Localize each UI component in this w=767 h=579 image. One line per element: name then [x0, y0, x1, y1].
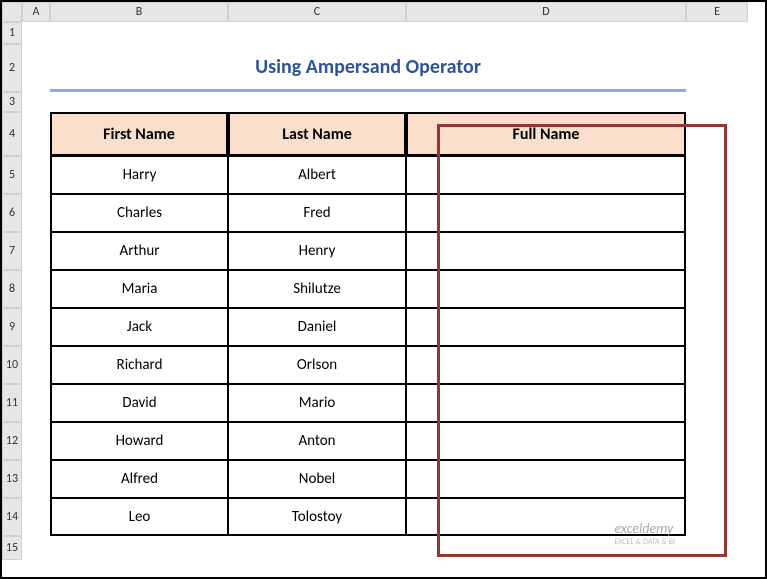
- col-header-d[interactable]: D: [406, 2, 686, 22]
- row-header-7[interactable]: 7: [2, 232, 22, 270]
- watermark: exceldemy EXCEL & DATA & BI: [615, 520, 676, 547]
- row-header-4[interactable]: 4: [2, 112, 22, 156]
- col-header-e[interactable]: E: [686, 2, 748, 22]
- row-header-3[interactable]: 3: [2, 92, 22, 112]
- cell-full-name[interactable]: [406, 308, 686, 346]
- cell-last-name[interactable]: Albert: [228, 156, 406, 194]
- row-header-9[interactable]: 9: [2, 308, 22, 346]
- cell-first-name[interactable]: Harry: [50, 156, 228, 194]
- col-header-c[interactable]: C: [228, 2, 406, 22]
- cell-first-name[interactable]: Jack: [50, 308, 228, 346]
- cell-first-name[interactable]: David: [50, 384, 228, 422]
- row-header-10[interactable]: 10: [2, 346, 22, 384]
- row-header-2[interactable]: 2: [2, 44, 22, 92]
- cell-last-name[interactable]: Shilutze: [228, 270, 406, 308]
- table-header-full-name[interactable]: Full Name: [406, 112, 686, 156]
- cell-full-name[interactable]: [406, 346, 686, 384]
- table-header-last-name[interactable]: Last Name: [228, 112, 406, 156]
- row-header-8[interactable]: 8: [2, 270, 22, 308]
- cell-last-name[interactable]: Fred: [228, 194, 406, 232]
- cell-full-name[interactable]: [406, 384, 686, 422]
- cell-last-name[interactable]: Tolostoy: [228, 498, 406, 536]
- row-header-11[interactable]: 11: [2, 384, 22, 422]
- row-header-14[interactable]: 14: [2, 498, 22, 536]
- cell-first-name[interactable]: Alfred: [50, 460, 228, 498]
- page-title: Using Ampersand Operator: [50, 44, 686, 92]
- row-header-13[interactable]: 13: [2, 460, 22, 498]
- table-header-first-name[interactable]: First Name: [50, 112, 228, 156]
- watermark-tagline: EXCEL & DATA & BI: [615, 537, 676, 547]
- cell-full-name[interactable]: [406, 232, 686, 270]
- cell-last-name[interactable]: Nobel: [228, 460, 406, 498]
- row-header-15[interactable]: 15: [2, 536, 22, 560]
- watermark-brand: exceldemy: [615, 520, 674, 537]
- cell-full-name[interactable]: [406, 194, 686, 232]
- col-header-b[interactable]: B: [50, 2, 228, 22]
- cell-first-name[interactable]: Howard: [50, 422, 228, 460]
- row-header-5[interactable]: 5: [2, 156, 22, 194]
- cell-last-name[interactable]: Anton: [228, 422, 406, 460]
- row-header-12[interactable]: 12: [2, 422, 22, 460]
- row-header-6[interactable]: 6: [2, 194, 22, 232]
- cell-full-name[interactable]: [406, 156, 686, 194]
- cell-last-name[interactable]: Mario: [228, 384, 406, 422]
- cell-first-name[interactable]: Maria: [50, 270, 228, 308]
- cell-first-name[interactable]: Richard: [50, 346, 228, 384]
- spreadsheet-grid: A B C D E 1 2 3 4 5 6 7 8 9 10 11 12 13 …: [2, 2, 765, 560]
- cell-full-name[interactable]: [406, 270, 686, 308]
- cell-last-name[interactable]: Daniel: [228, 308, 406, 346]
- cell-last-name[interactable]: Henry: [228, 232, 406, 270]
- cell-full-name[interactable]: [406, 460, 686, 498]
- cell-first-name[interactable]: Charles: [50, 194, 228, 232]
- row-header-1[interactable]: 1: [2, 22, 22, 44]
- cell-full-name[interactable]: [406, 422, 686, 460]
- cell-first-name[interactable]: Arthur: [50, 232, 228, 270]
- cell-first-name[interactable]: Leo: [50, 498, 228, 536]
- col-header-a[interactable]: A: [22, 2, 50, 22]
- select-all-corner[interactable]: [2, 2, 22, 22]
- cell-last-name[interactable]: Orlson: [228, 346, 406, 384]
